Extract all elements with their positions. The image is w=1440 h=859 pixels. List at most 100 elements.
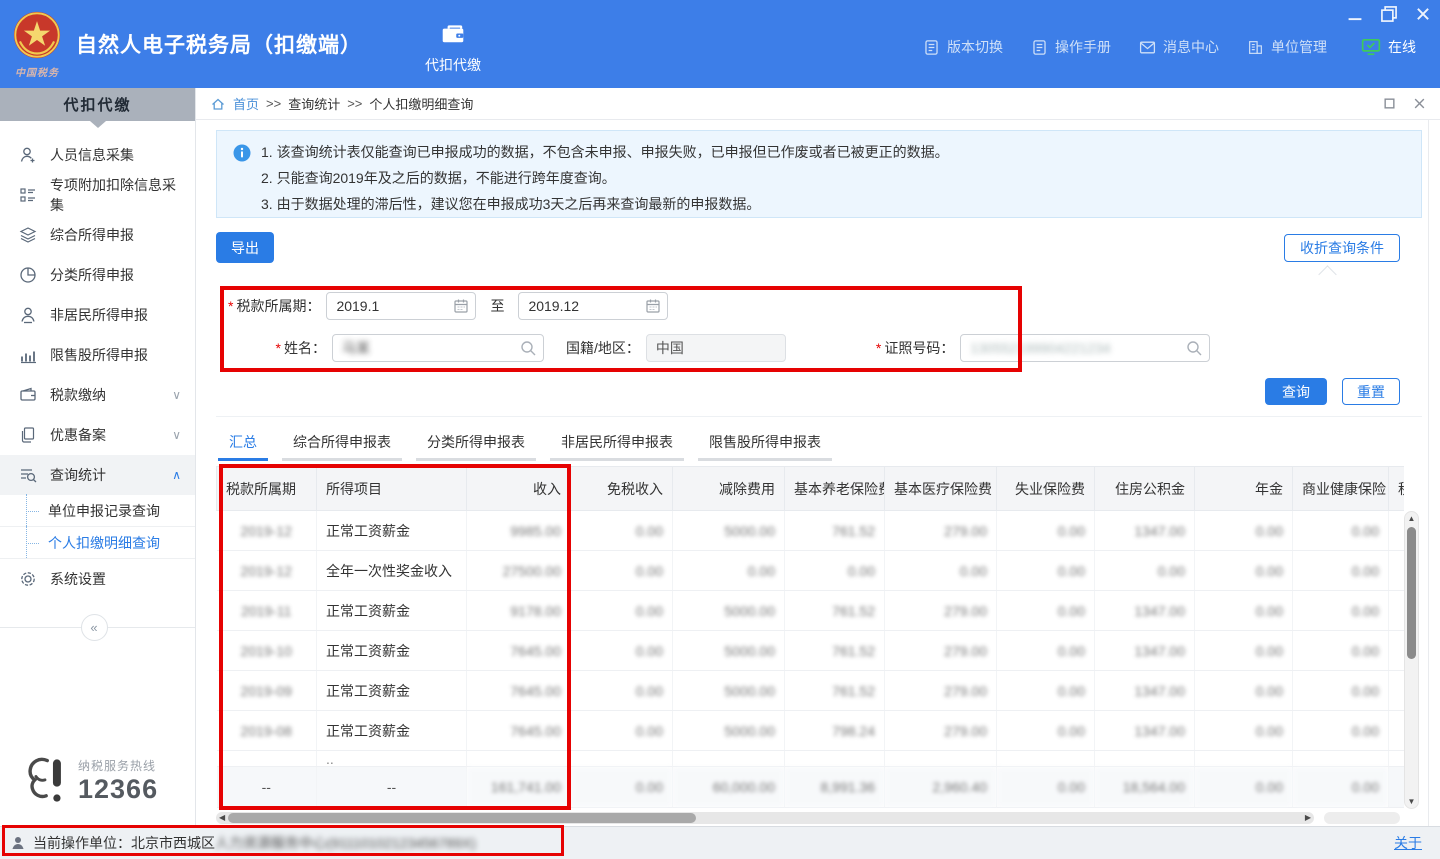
restore-icon[interactable] xyxy=(1380,5,1398,23)
panel-close-icon[interactable] xyxy=(1413,97,1426,110)
period-to-input[interactable]: 2019.12 xyxy=(518,292,668,320)
summary-value: 0.00 xyxy=(1293,767,1389,808)
summary-value: 8,991.36 xyxy=(785,767,885,808)
sidebar-collapse-button[interactable]: « xyxy=(81,614,108,641)
cell-value: 761.52 xyxy=(785,671,885,711)
about-link[interactable]: 关于 xyxy=(1394,833,1422,853)
sidebar-header: 代扣代缴 xyxy=(0,88,195,121)
name-label: 姓名： xyxy=(196,338,326,358)
query-button[interactable]: 查询 xyxy=(1265,378,1327,405)
top-menu-item-3[interactable]: 单位管理 xyxy=(1247,37,1327,57)
current-unit-label: 当前操作单位： xyxy=(33,833,131,853)
copy-icon xyxy=(18,425,38,445)
table-summary-row: ----161,741.000.0060,000.008,991.362,960… xyxy=(217,767,1405,808)
vertical-scrollbar[interactable]: ▲ ▼ xyxy=(1404,511,1419,809)
sidebar-item-4[interactable]: 非居民所得申报 xyxy=(0,295,195,335)
breadcrumb-home[interactable]: 首页 xyxy=(233,94,259,113)
chevron-up-icon: ∧ xyxy=(172,468,181,482)
tab-4[interactable]: 限售股所得申报表 xyxy=(698,426,832,461)
scroll-right-arrow-icon[interactable]: ▶ xyxy=(1305,813,1311,822)
cell-value: 5000.00 xyxy=(673,671,785,711)
current-unit-blurred: 人力资源服务中心(91110102123456789X) xyxy=(215,833,476,853)
tab-0[interactable]: 汇总 xyxy=(218,426,268,461)
table-header-cell-11: 税 xyxy=(1389,467,1405,511)
search-icon[interactable] xyxy=(519,339,537,357)
sidebar-subitem-8-1[interactable]: 个人扣缴明细查询 xyxy=(0,527,195,559)
cell-value: 0.00 xyxy=(997,671,1095,711)
tab-2[interactable]: 分类所得申报表 xyxy=(416,426,536,461)
sidebar-subitem-8-0[interactable]: 单位申报记录查询 xyxy=(0,495,195,527)
table-header-cell-4: 减除费用 xyxy=(673,467,785,511)
cell-income-item: 全年一次性奖金收入 xyxy=(317,551,467,591)
caret-up-indicator xyxy=(1318,265,1336,283)
cell-value: 0.00 xyxy=(1293,711,1389,751)
hotline-number: 12366 xyxy=(78,774,158,805)
horizontal-scroll-thumb[interactable] xyxy=(228,813,696,823)
breadcrumb: 首页 >> 查询统计 >> 个人扣缴明细查询 xyxy=(196,88,1440,120)
top-menu-item-0[interactable]: 版本切换 xyxy=(923,37,1003,57)
result-table: 税款所属期所得项目收入免税收入减除费用基本养老保险费基本医疗保险费失业保险费住房… xyxy=(216,466,1404,808)
cell-value: 279.00 xyxy=(885,511,997,551)
sidebar-item-2[interactable]: 综合所得申报 xyxy=(0,215,195,255)
sidebar-item-7[interactable]: 优惠备案 ∨ xyxy=(0,415,195,455)
cell-value: 279.00 xyxy=(885,631,997,671)
search-icon[interactable] xyxy=(1185,339,1203,357)
cell-clipped xyxy=(1389,591,1405,631)
scroll-left-arrow-icon[interactable]: ◀ xyxy=(219,813,225,822)
sidebar-item-3[interactable]: 分类所得申报 xyxy=(0,255,195,295)
scroll-up-arrow-icon[interactable]: ▲ xyxy=(1405,514,1418,523)
period-from-input[interactable]: 2019.1 xyxy=(326,292,476,320)
sidebar-item-0[interactable]: 人员信息采集 xyxy=(0,135,195,175)
vertical-scroll-thumb[interactable] xyxy=(1407,527,1416,659)
export-button[interactable]: 导出 xyxy=(216,232,274,263)
cell-value: 7645.00 xyxy=(467,671,571,711)
scrollbar-corner-stub xyxy=(1324,812,1400,824)
sidebar-item-9[interactable]: 系统设置 xyxy=(0,559,195,599)
calendar-icon[interactable] xyxy=(645,298,661,314)
id-number-input[interactable]: 130552199904221234 xyxy=(960,334,1210,362)
cell-value: 0.00 xyxy=(997,591,1095,631)
top-header: 中国税务 自然人电子税务局（扣缴端） 代扣代缴 版本切换 操作手册 消息中心 单… xyxy=(0,0,1440,88)
sidebar-item-1[interactable]: 专项附加扣除信息采集 xyxy=(0,175,195,215)
period-to-label: 至 xyxy=(490,296,504,316)
cell-clipped xyxy=(1389,671,1405,711)
summary-value: 18,564.00 xyxy=(1095,767,1195,808)
cell-value: 1347.00 xyxy=(1095,631,1195,671)
cell-period: 2019-09 xyxy=(217,671,317,711)
document-icon xyxy=(1031,39,1048,56)
cell-value: 0.00 xyxy=(1195,591,1293,631)
person-icon xyxy=(18,305,38,325)
top-menu-item-1[interactable]: 操作手册 xyxy=(1031,37,1111,57)
sidebar-item-6[interactable]: 税款缴纳 ∨ xyxy=(0,375,195,415)
module-tab-daikou[interactable]: 代扣代缴 xyxy=(410,14,496,75)
cell-clipped xyxy=(1389,711,1405,751)
cell-value: 0.00 xyxy=(997,551,1095,591)
top-menu-item-2[interactable]: 消息中心 xyxy=(1139,37,1219,57)
calendar-icon[interactable] xyxy=(453,298,469,314)
panel-maximize-icon[interactable] xyxy=(1383,97,1396,110)
reset-button[interactable]: 重置 xyxy=(1342,378,1400,405)
scroll-down-arrow-icon[interactable]: ▼ xyxy=(1405,797,1418,806)
sidebar-item-8[interactable]: 查询统计 ∧ xyxy=(0,455,195,495)
sidebar-item-5[interactable]: 限售股所得申报 xyxy=(0,335,195,375)
close-icon[interactable] xyxy=(1414,5,1432,23)
summary-item: -- xyxy=(317,767,467,808)
cell-value: 0.00 xyxy=(885,551,997,591)
tab-1[interactable]: 综合所得申报表 xyxy=(282,426,402,461)
query-form-row-2: 姓名： 马某 国籍/地区： 中国 证照号码： 13055219990422123… xyxy=(196,334,1210,362)
pie-chart-icon xyxy=(18,265,38,285)
online-status: 在线 xyxy=(1361,37,1416,57)
cell-value: 0.00 xyxy=(1195,511,1293,551)
app-title: 自然人电子税务局（扣缴端） xyxy=(76,29,362,59)
result-table-wrap: 税款所属期所得项目收入免税收入减除费用基本养老保险费基本医疗保险费失业保险费住房… xyxy=(216,466,1404,808)
collapse-query-button[interactable]: 收折查询条件 xyxy=(1284,234,1400,262)
horizontal-scrollbar[interactable]: ◀ ▶ xyxy=(216,812,1314,824)
tab-3[interactable]: 非居民所得申报表 xyxy=(550,426,684,461)
cell-value: 5000.00 xyxy=(673,511,785,551)
cell-value: 0.00 xyxy=(571,671,673,711)
minimize-icon[interactable] xyxy=(1346,5,1364,23)
cell-value: 0.00 xyxy=(571,591,673,631)
cell-income-item: 正常工资薪金 xyxy=(317,591,467,631)
name-input[interactable]: 马某 xyxy=(332,334,544,362)
current-unit-prefix: 北京市西城区 xyxy=(131,833,215,853)
